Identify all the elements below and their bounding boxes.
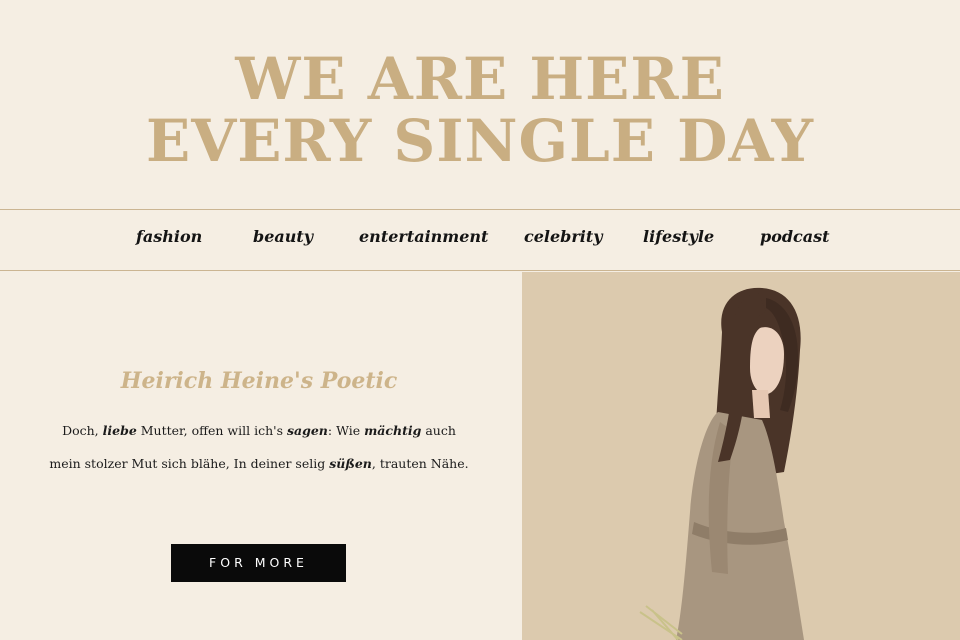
hero-line-1: WE ARE HERE xyxy=(235,45,725,113)
nav-item-lifestyle[interactable]: lifestyle xyxy=(643,227,714,246)
article-title: Heirich Heine's Poetic xyxy=(120,368,398,394)
category-nav: fashion beauty entertainment celebrity l… xyxy=(0,209,960,271)
hero-photo-panel xyxy=(522,272,960,640)
article-panel: Heirich Heine's Poetic Doch, liebe Mutte… xyxy=(0,272,522,640)
article-text-emphasis: mächtig xyxy=(364,423,422,438)
nav-item-fashion[interactable]: fashion xyxy=(136,227,202,246)
article-text-segment: , trauten Nähe. xyxy=(371,456,469,471)
nav-item-podcast[interactable]: podcast xyxy=(760,227,830,246)
nav-item-celebrity[interactable]: celebrity xyxy=(524,227,603,246)
article-text-segment: Doch, xyxy=(62,423,103,438)
for-more-button[interactable]: FOR MORE xyxy=(171,544,346,582)
article-text-emphasis: süßen xyxy=(329,456,372,471)
hero-headline: WE ARE HERE EVERY SINGLE DAY xyxy=(0,48,960,172)
nav-item-beauty[interactable]: beauty xyxy=(253,227,313,246)
nav-item-entertainment[interactable]: entertainment xyxy=(359,227,488,246)
article-text-emphasis: liebe xyxy=(102,423,137,438)
article-text-segment: : Wie xyxy=(327,423,365,438)
article-body: Doch, liebe Mutter, offen will ich's sag… xyxy=(48,414,470,480)
article-text-emphasis: sagen xyxy=(286,423,328,438)
woman-portrait-photo-icon xyxy=(522,272,960,640)
article-text-segment: Mutter, offen will ich's xyxy=(136,423,287,438)
hero-line-2: EVERY SINGLE DAY xyxy=(146,107,814,175)
